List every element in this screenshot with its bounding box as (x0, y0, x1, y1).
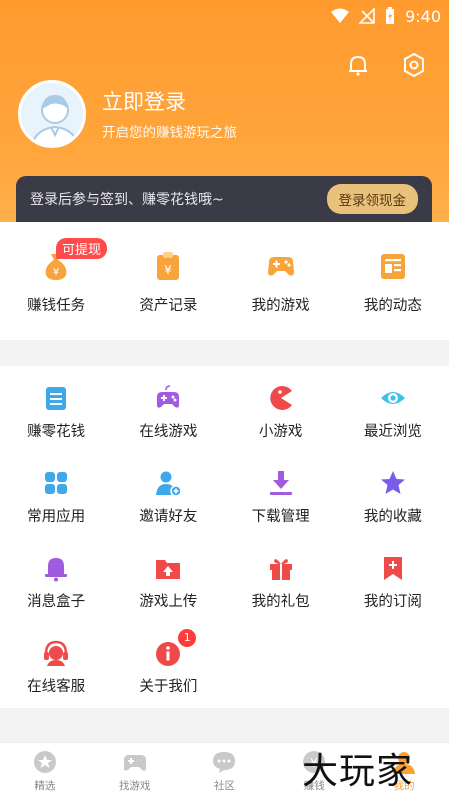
no-signal-icon (359, 8, 375, 24)
menu-item-my-favorites[interactable]: 我的收藏 (337, 451, 449, 536)
default-avatar-icon (21, 83, 83, 145)
svg-text:¥: ¥ (165, 263, 173, 277)
download-icon (269, 471, 292, 495)
news-icon (380, 254, 405, 279)
avatar[interactable] (18, 80, 86, 148)
menu-label: 关于我们 (139, 679, 198, 695)
menu-label: 在线客服 (27, 679, 86, 695)
quick-item-my-feed[interactable]: 我的动态 (337, 222, 449, 340)
tab-featured[interactable]: 精选 (0, 743, 90, 800)
gift-icon (269, 559, 292, 580)
menu-item-common-apps[interactable]: 常用应用 (0, 451, 112, 536)
menu-item-about-us[interactable]: 1 关于我们 (112, 621, 224, 706)
star-badge-icon (33, 751, 56, 773)
menu-item-my-gifts[interactable]: 我的礼包 (225, 536, 337, 621)
upload-folder-icon (156, 560, 181, 579)
claim-cash-button[interactable]: 登录领现金 (326, 184, 418, 214)
quick-actions: 可提现 ¥ 赚钱任务 ¥ 资产记录 我的游戏 我的动态 (0, 222, 449, 340)
tab-label: 精选 (34, 780, 56, 792)
quick-label: 资产记录 (139, 298, 198, 314)
star-icon (380, 471, 405, 494)
menu-label: 赚零花钱 (27, 424, 86, 440)
wifi-icon (331, 8, 350, 23)
menu-label: 最近浏览 (363, 424, 422, 440)
withdrawable-badge: 可提现 (56, 238, 108, 259)
section-divider (0, 708, 449, 742)
headset-icon (44, 640, 69, 666)
notification-bell-icon[interactable] (345, 52, 371, 78)
quick-item-asset-records[interactable]: ¥ 资产记录 (112, 222, 224, 340)
menu-label: 常用应用 (27, 509, 86, 525)
quick-item-my-games[interactable]: 我的游戏 (225, 222, 337, 340)
menu-item-download-manager[interactable]: 下载管理 (225, 451, 337, 536)
menu-item-game-upload[interactable]: 游戏上传 (112, 536, 224, 621)
info-icon (156, 642, 181, 666)
menu-label: 我的收藏 (363, 509, 422, 525)
menu-item-invite-friends[interactable]: 邀请好友 (112, 451, 224, 536)
profile-header: 9:40 立即登录 开启您的赚钱游玩之旅 登录后参与签到、赚零花钱哦~ 登录领现… (0, 0, 449, 225)
menu-label: 下载管理 (251, 509, 310, 525)
pacman-icon (269, 386, 292, 410)
tab-community[interactable]: 社区 (180, 743, 270, 800)
menu-item-mini-games[interactable]: 小游戏 (225, 366, 337, 451)
quick-label: 我的游戏 (251, 298, 310, 314)
menu-item-online-support[interactable]: 在线客服 (0, 621, 112, 706)
menu-item-online-games[interactable]: 在线游戏 (112, 366, 224, 451)
quick-item-earn-tasks[interactable]: 可提现 ¥ 赚钱任务 (0, 222, 112, 340)
login-subtitle: 开启您的赚钱游玩之旅 (102, 125, 237, 141)
login-banner[interactable]: 登录后参与签到、赚零花钱哦~ 登录领现金 (16, 176, 432, 222)
notification-count-badge: 1 (178, 629, 197, 647)
add-user-icon (156, 471, 183, 497)
menu-label: 小游戏 (258, 424, 303, 440)
status-time: 9:40 (405, 6, 441, 26)
menu-label: 消息盒子 (27, 594, 86, 610)
controller-icon (157, 385, 180, 408)
login-title[interactable]: 立即登录 (102, 86, 186, 116)
apps-icon (45, 472, 68, 494)
tab-label: 社区 (213, 780, 235, 792)
menu-label: 在线游戏 (139, 424, 198, 440)
chat-icon (213, 752, 236, 773)
section-divider (0, 340, 449, 366)
battery-icon (386, 7, 395, 24)
list-icon (46, 387, 67, 410)
bell-icon (45, 558, 68, 582)
tab-label: 找游戏 (118, 780, 151, 792)
status-bar: 9:40 (331, 4, 441, 28)
eye-icon (380, 392, 405, 404)
menu-label: 邀请好友 (139, 509, 198, 525)
menu-label: 游戏上传 (139, 594, 198, 610)
gamepad-icon (267, 257, 294, 276)
menu-item-my-subscriptions[interactable]: 我的订阅 (337, 536, 449, 621)
feature-grid: 赚零花钱 在线游戏 小游戏 最近浏览 常用应用 邀请好友 下载管理 我的收藏 消… (0, 366, 449, 706)
menu-label: 我的礼包 (251, 594, 310, 610)
watermark: 大玩家 (302, 751, 414, 792)
quick-label: 赚钱任务 (27, 298, 86, 314)
quick-label: 我的动态 (363, 298, 422, 314)
menu-item-message-box[interactable]: 消息盒子 (0, 536, 112, 621)
menu-label: 我的订阅 (363, 594, 422, 610)
gamepad-icon (123, 755, 146, 771)
tab-find-games[interactable]: 找游戏 (90, 743, 180, 800)
bookmark-icon (383, 557, 402, 580)
svg-text:¥: ¥ (53, 267, 59, 278)
menu-item-earn-pocket-money[interactable]: 赚零花钱 (0, 366, 112, 451)
settings-gear-icon[interactable] (401, 52, 427, 78)
clipboard-icon: ¥ (157, 252, 180, 280)
menu-item-recently-viewed[interactable]: 最近浏览 (337, 366, 449, 451)
banner-text: 登录后参与签到、赚零花钱哦~ (30, 192, 224, 208)
